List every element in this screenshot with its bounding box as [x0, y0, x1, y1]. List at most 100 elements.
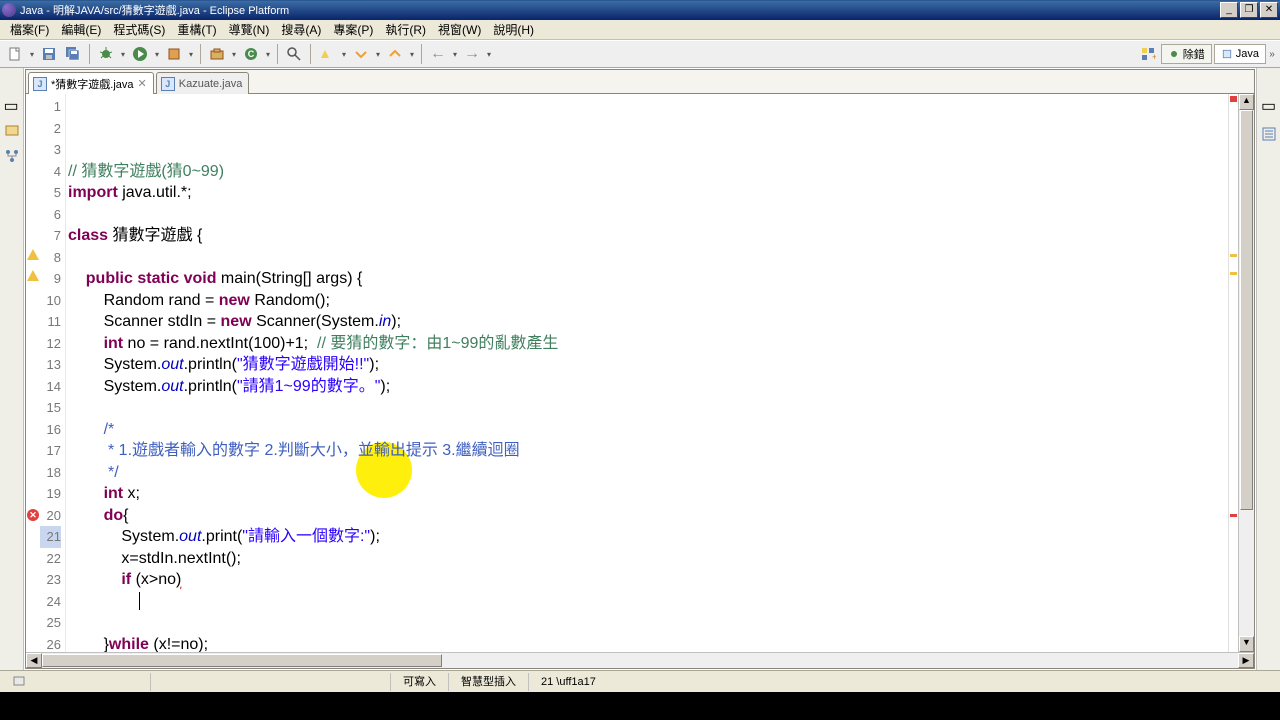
dropdown-icon[interactable]: ▾ — [264, 50, 272, 59]
code-line[interactable]: Scanner stdIn = new Scanner(System.in); — [68, 311, 1228, 333]
code-line[interactable]: System.out.println("猜數字遊戲開始!!"); — [68, 354, 1228, 376]
code-line[interactable] — [68, 591, 1228, 613]
status-insert-mode: 智慧型插入 — [448, 673, 528, 691]
overview-ruler[interactable] — [1228, 94, 1238, 652]
code-line[interactable]: }while (x!=no); — [68, 634, 1228, 653]
code-line[interactable]: System.out.print("請輸入一個數字:"); — [68, 526, 1228, 548]
line-number: 11 — [40, 311, 61, 333]
scroll-left-icon[interactable]: ◀ — [26, 653, 42, 668]
status-cursor-position: 21 \uff1a17 — [528, 673, 608, 691]
line-number: 2 — [40, 118, 61, 140]
dropdown-icon[interactable]: ▾ — [119, 50, 127, 59]
close-tab-icon[interactable]: ✕ — [138, 77, 147, 90]
java-file-icon: J — [161, 77, 175, 91]
dropdown-icon[interactable]: ▾ — [485, 50, 493, 59]
code-line[interactable]: /* — [68, 419, 1228, 441]
dropdown-icon[interactable]: ▾ — [340, 50, 348, 59]
scroll-up-icon[interactable]: ▲ — [1239, 94, 1254, 110]
package-explorer-icon[interactable] — [4, 122, 20, 138]
warning-marker-icon[interactable] — [27, 270, 39, 281]
menu-item[interactable]: 檔案(F) — [4, 19, 55, 40]
overview-warning-mark[interactable] — [1230, 272, 1237, 275]
menu-item[interactable]: 專案(P) — [327, 19, 379, 40]
code-line[interactable]: Random rand = new Random(); — [68, 290, 1228, 312]
menu-item[interactable]: 搜尋(A) — [275, 19, 327, 40]
scrollbar-thumb[interactable] — [42, 654, 442, 667]
perspective-more-icon[interactable]: » — [1268, 49, 1276, 60]
code-line[interactable]: */ — [68, 462, 1228, 484]
dropdown-icon[interactable]: ▾ — [451, 50, 459, 59]
menu-item[interactable]: 程式碼(S) — [107, 19, 171, 40]
forward-button[interactable]: → — [461, 43, 483, 65]
code-line[interactable]: int x; — [68, 483, 1228, 505]
code-line[interactable]: // 猜數字遊戲(猜0~99) — [68, 161, 1228, 183]
save-button[interactable] — [38, 43, 60, 65]
prev-annotation-button[interactable] — [384, 43, 406, 65]
line-number: 21 — [40, 526, 61, 548]
code-line[interactable]: if (x>no) — [68, 569, 1228, 591]
code-line[interactable]: int no = rand.nextInt(100)+1; // 要猜的數字：由… — [68, 333, 1228, 355]
overview-error-mark[interactable] — [1230, 514, 1237, 517]
code-line[interactable] — [68, 612, 1228, 634]
horizontal-scrollbar[interactable]: ◀ ▶ — [26, 652, 1254, 668]
line-number-column: 1234567891011121314151617181920212223242… — [40, 94, 66, 652]
search-button[interactable] — [283, 43, 305, 65]
editor-body[interactable]: ✕ 12345678910111213141516171819202122232… — [26, 94, 1254, 652]
editor-tab[interactable]: J*猜數字遊戲.java✕ — [28, 72, 154, 94]
scrollbar-thumb[interactable] — [1240, 110, 1253, 510]
warning-marker-icon[interactable] — [27, 249, 39, 260]
code-line[interactable] — [68, 247, 1228, 269]
dropdown-icon[interactable]: ▾ — [374, 50, 382, 59]
menu-item[interactable]: 執行(R) — [379, 19, 432, 40]
perspective-debug[interactable]: 除錯 — [1161, 44, 1212, 64]
editor-tabs: J*猜數字遊戲.java✕JKazuate.java — [26, 70, 1254, 94]
dropdown-icon[interactable]: ▾ — [230, 50, 238, 59]
minimize-button[interactable]: _ — [1220, 2, 1238, 18]
code-line[interactable]: class 猜數字遊戲 { — [68, 225, 1228, 247]
maximize-button[interactable]: ❐ — [1240, 2, 1258, 18]
code-line[interactable]: do{ — [68, 505, 1228, 527]
save-all-button[interactable] — [62, 43, 84, 65]
open-perspective-button[interactable]: + — [1137, 43, 1159, 65]
menu-item[interactable]: 導覽(N) — [223, 19, 276, 40]
menu-item[interactable]: 視窗(W) — [432, 19, 487, 40]
menu-item[interactable]: 說明(H) — [487, 19, 540, 40]
error-marker-icon[interactable]: ✕ — [27, 509, 39, 521]
code-line[interactable] — [68, 204, 1228, 226]
code-line[interactable] — [68, 397, 1228, 419]
code-area[interactable]: // 猜數字遊戲(猜0~99)import java.util.*; class… — [66, 94, 1228, 652]
code-line[interactable]: public static void main(String[] args) { — [68, 268, 1228, 290]
new-button[interactable] — [4, 43, 26, 65]
code-line[interactable]: x=stdIn.nextInt(); — [68, 548, 1228, 570]
scroll-down-icon[interactable]: ▼ — [1239, 636, 1254, 652]
marker-column: ✕ — [26, 94, 40, 652]
external-tools-button[interactable] — [163, 43, 185, 65]
code-line[interactable]: import java.util.*; — [68, 182, 1228, 204]
new-class-button[interactable]: C — [240, 43, 262, 65]
restore-view-icon[interactable]: ▭ — [4, 96, 20, 112]
menu-item[interactable]: 編輯(E) — [55, 19, 107, 40]
close-button[interactable]: ✕ — [1260, 2, 1278, 18]
code-line[interactable]: System.out.println("請猜1~99的數字。"); — [68, 376, 1228, 398]
toggle-mark-button[interactable] — [316, 43, 338, 65]
hierarchy-icon[interactable] — [4, 148, 20, 164]
dropdown-icon[interactable]: ▾ — [28, 50, 36, 59]
new-package-button[interactable] — [206, 43, 228, 65]
next-annotation-button[interactable] — [350, 43, 372, 65]
back-button[interactable]: ← — [427, 43, 449, 65]
run-button[interactable] — [129, 43, 151, 65]
perspective-java[interactable]: Java — [1214, 44, 1266, 64]
outline-view-icon[interactable] — [1261, 126, 1277, 147]
vertical-scrollbar[interactable]: ▲ ▼ — [1238, 94, 1254, 652]
menu-item[interactable]: 重構(T) — [171, 19, 222, 40]
restore-view-icon[interactable]: ▭ — [1261, 96, 1276, 116]
dropdown-icon[interactable]: ▾ — [153, 50, 161, 59]
dropdown-icon[interactable]: ▾ — [187, 50, 195, 59]
overview-warning-mark[interactable] — [1230, 254, 1237, 257]
editor-tab[interactable]: JKazuate.java — [156, 72, 250, 94]
dropdown-icon[interactable]: ▾ — [408, 50, 416, 59]
code-line[interactable]: * 1.遊戲者輸入的數字 2.判斷大小，並輸出提示 3.繼續迴圈 — [68, 440, 1228, 462]
line-number: 20 — [40, 505, 61, 527]
debug-button[interactable] — [95, 43, 117, 65]
scroll-right-icon[interactable]: ▶ — [1238, 653, 1254, 668]
